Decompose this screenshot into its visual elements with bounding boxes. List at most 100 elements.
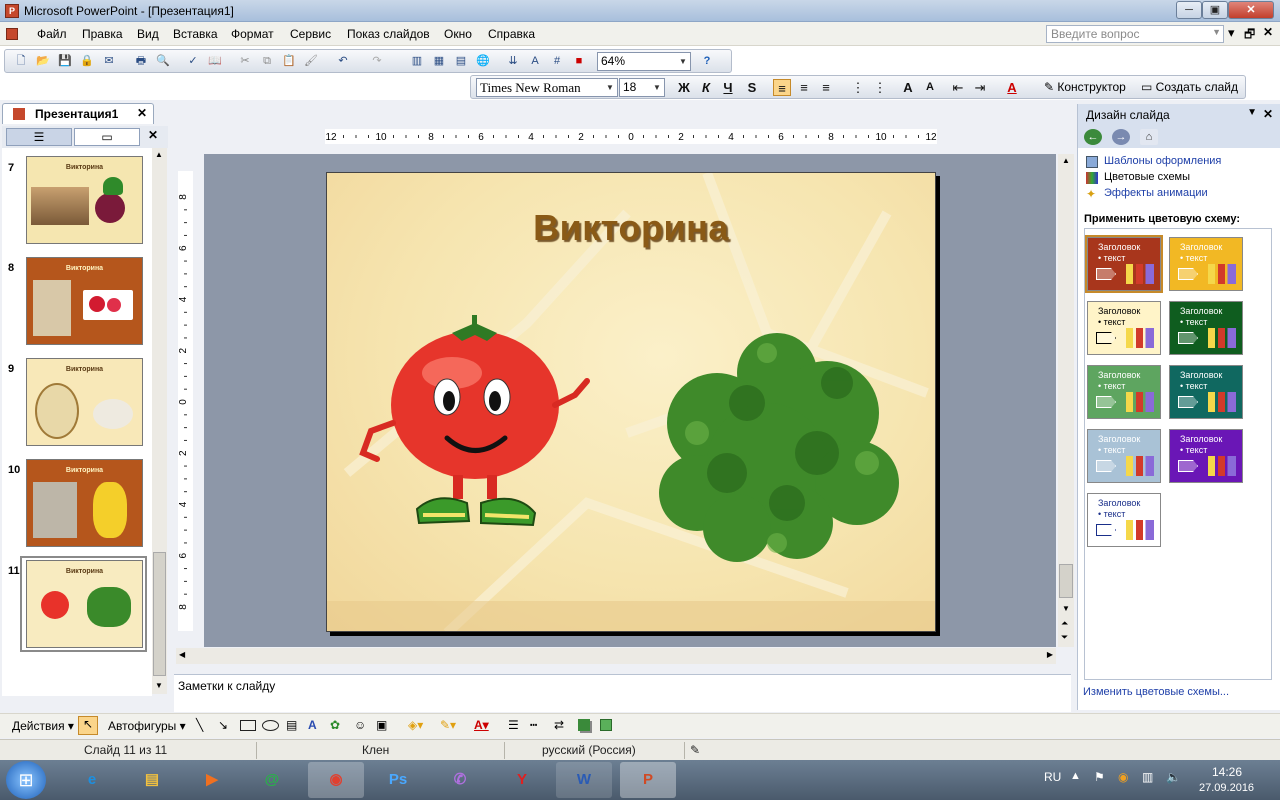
show-formatting-icon[interactable]: A xyxy=(527,54,543,69)
menu-view[interactable]: Вид xyxy=(137,27,159,41)
doc-restore-icon[interactable]: 🗗 xyxy=(1244,25,1255,46)
research-icon[interactable]: 📖 xyxy=(207,54,223,69)
print-icon[interactable]: 🖶 xyxy=(133,54,149,69)
align-center-icon[interactable]: ≡ xyxy=(795,79,813,96)
chevron-down-icon[interactable]: ▼ xyxy=(604,80,616,95)
viber-icon[interactable]: ✆ xyxy=(432,762,488,798)
menu-tools[interactable]: Сервис xyxy=(290,27,331,41)
menu-edit[interactable]: Правка xyxy=(82,27,123,41)
zoom-select[interactable]: 64% ▼ xyxy=(597,52,691,71)
paste-icon[interactable]: 📋 xyxy=(281,54,297,69)
home-icon[interactable]: ⌂ xyxy=(1140,129,1158,145)
slide-canvas[interactable]: Викторина xyxy=(326,172,936,632)
file-explorer-icon[interactable]: ▤ xyxy=(124,762,180,798)
close-icon[interactable]: ✕ xyxy=(148,128,158,142)
new-slide-button[interactable]: ▭ Создать слайд xyxy=(1141,80,1238,94)
edit-color-schemes-link[interactable]: Изменить цветовые схемы... xyxy=(1083,686,1229,698)
back-icon[interactable]: ← xyxy=(1084,129,1102,145)
dash-style-icon[interactable]: ┅ xyxy=(530,718,537,732)
slide-vertical-scrollbar[interactable]: ▲ ▼ ⏶ ⏷ xyxy=(1058,154,1074,647)
close-button[interactable]: ✕ xyxy=(1228,1,1274,19)
next-slide-icon[interactable]: ⏷ xyxy=(1061,632,1068,643)
notes-pane[interactable]: Заметки к слайду xyxy=(174,674,1071,712)
email-icon[interactable]: ✉ xyxy=(101,54,117,69)
shadow-style-icon[interactable] xyxy=(578,719,590,731)
redo-icon[interactable]: ↷ xyxy=(369,54,385,69)
scroll-thumb[interactable] xyxy=(153,552,166,676)
wordart-icon[interactable]: A xyxy=(308,718,317,732)
scroll-up-icon[interactable]: ▲ xyxy=(155,150,163,159)
slide-thumbnail-8[interactable]: Викторина xyxy=(26,257,143,345)
numbering-icon[interactable]: ⋮ xyxy=(849,79,867,96)
actions-menu[interactable]: Действия ▾ xyxy=(12,719,74,733)
menu-file[interactable]: Файл xyxy=(37,27,67,41)
select-pointer-icon[interactable]: ↖ xyxy=(78,716,98,735)
tab-outline[interactable]: ☰ xyxy=(6,128,72,146)
table-icon[interactable]: ▦ xyxy=(431,54,447,69)
underline-button[interactable]: Ч xyxy=(719,79,737,96)
menu-format[interactable]: Формат xyxy=(231,27,274,41)
italic-button[interactable]: К xyxy=(697,79,715,96)
color-scheme-swatch[interactable]: Заголовок • текст xyxy=(1169,237,1243,291)
menu-insert[interactable]: Вставка xyxy=(173,27,218,41)
color-scheme-swatch[interactable]: Заголовок • текст xyxy=(1087,365,1161,419)
font-color-icon[interactable]: A▾ xyxy=(474,718,489,732)
textbox-icon[interactable]: ▤ xyxy=(286,718,297,732)
scroll-down-icon[interactable]: ▼ xyxy=(1062,604,1070,613)
menu-help[interactable]: Справка xyxy=(488,27,535,41)
bullets-icon[interactable]: ⋮ xyxy=(871,79,889,96)
doc-close-icon[interactable]: ✕ xyxy=(1263,25,1273,39)
copy-icon[interactable]: ⧉ xyxy=(259,54,275,69)
clipart-icon[interactable]: ☺ xyxy=(354,718,366,732)
doc-minimize-icon[interactable]: ▾ xyxy=(1228,25,1235,41)
minimize-button[interactable]: ─ xyxy=(1176,1,1202,19)
volume-icon[interactable]: 🔈 xyxy=(1166,770,1181,784)
color-schemes-link[interactable]: Цветовые схемы xyxy=(1104,171,1190,183)
permission-icon[interactable]: 🔒 xyxy=(79,54,95,69)
menu-slideshow[interactable]: Показ слайдов xyxy=(347,27,430,41)
color-scheme-swatch[interactable]: Заголовок • текст xyxy=(1169,301,1243,355)
doc-icon[interactable] xyxy=(6,28,18,40)
scroll-down-icon[interactable]: ▼ xyxy=(155,681,163,690)
format-painter-icon[interactable]: 🖌 xyxy=(303,54,319,69)
chevron-down-icon[interactable]: ▼ xyxy=(651,80,663,95)
color-scheme-swatch[interactable]: Заголовок • текст xyxy=(1087,301,1161,355)
help-icon[interactable]: ? xyxy=(699,54,715,69)
powerpoint-taskbar-icon[interactable]: P xyxy=(620,762,676,798)
chevron-down-icon[interactable]: ▼ xyxy=(677,54,689,69)
3d-style-icon[interactable] xyxy=(600,719,612,731)
slide-thumbnail-9[interactable]: Викторина xyxy=(26,358,143,446)
close-icon[interactable]: ✕ xyxy=(1263,107,1273,121)
media-player-icon[interactable]: ▶ xyxy=(184,762,240,798)
chevron-down-icon[interactable]: ▼ xyxy=(1247,107,1257,118)
diagram-icon[interactable]: ✿ xyxy=(330,718,340,732)
new-icon[interactable]: 🗋 xyxy=(13,54,29,69)
save-icon[interactable]: 💾 xyxy=(57,54,73,69)
maximize-button[interactable]: ▣ xyxy=(1202,1,1228,19)
color-grayscale-icon[interactable]: ■ xyxy=(571,54,587,69)
oval-icon[interactable] xyxy=(262,720,279,731)
chrome-icon[interactable]: ◉ xyxy=(308,762,364,798)
arrow-icon[interactable]: ↘ xyxy=(218,718,228,732)
align-right-icon[interactable]: ≡ xyxy=(817,79,835,96)
slide-thumbnail-7[interactable]: Викторина xyxy=(26,156,143,244)
parsley-bunch-image[interactable] xyxy=(627,313,927,573)
design-templates-link[interactable]: Шаблоны оформления xyxy=(1104,155,1221,167)
help-search-input[interactable]: Введите вопрос ▼ xyxy=(1046,25,1224,43)
color-scheme-swatch[interactable]: Заголовок • текст xyxy=(1169,429,1243,483)
decrease-font-icon[interactable]: A xyxy=(921,79,939,96)
print-preview-icon[interactable]: 🔍 xyxy=(155,54,171,69)
scroll-up-icon[interactable]: ▲ xyxy=(1062,156,1070,165)
decrease-indent-icon[interactable]: ⇤ xyxy=(949,79,967,96)
internet-explorer-icon[interactable]: e xyxy=(64,762,120,798)
increase-indent-icon[interactable]: ⇥ xyxy=(971,79,989,96)
scroll-left-icon[interactable]: ◀ xyxy=(179,650,185,659)
slide-title[interactable]: Викторина xyxy=(327,207,935,249)
scroll-right-icon[interactable]: ▶ xyxy=(1047,650,1053,659)
slide-horizontal-scrollbar[interactable]: ◀ ▶ xyxy=(176,648,1056,664)
color-scheme-swatch[interactable]: Заголовок • текст xyxy=(1085,235,1163,293)
font-color-icon[interactable]: A xyxy=(1003,79,1021,96)
chevron-down-icon[interactable]: ▼ xyxy=(1212,27,1221,37)
start-button[interactable]: ⊞ xyxy=(6,761,46,799)
menu-window[interactable]: Окно xyxy=(444,27,472,41)
